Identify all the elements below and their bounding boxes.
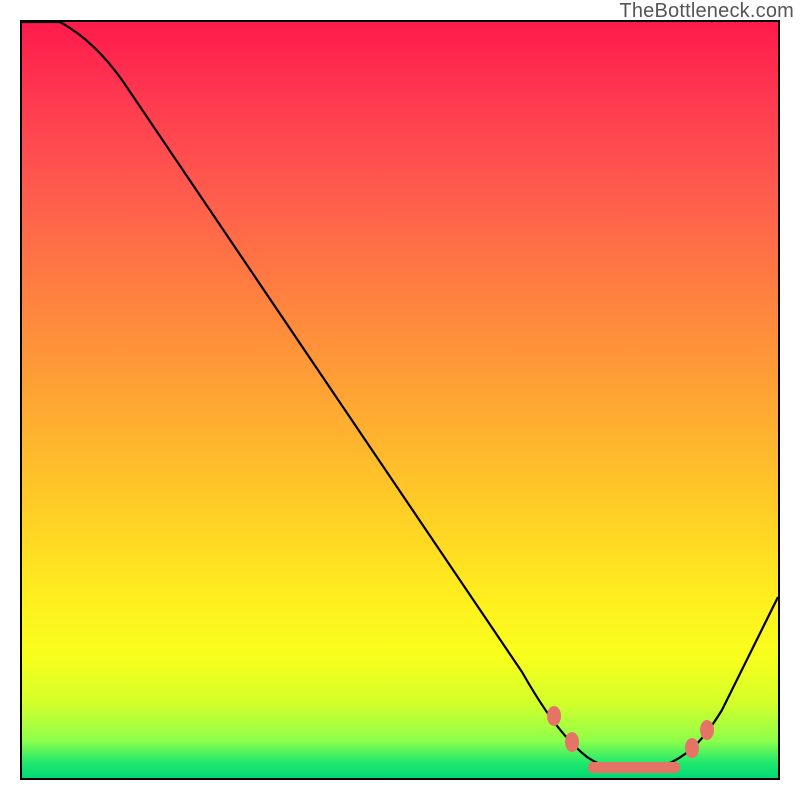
marker-dot	[700, 720, 714, 740]
curve-layer	[22, 22, 778, 778]
plot-area	[20, 20, 780, 780]
marker-dot	[565, 732, 579, 752]
chart-container: TheBottleneck.com	[0, 0, 800, 800]
marker-dot	[685, 738, 699, 758]
marker-segment	[588, 762, 680, 773]
bottleneck-curve	[22, 22, 778, 770]
marker-dot	[547, 706, 561, 726]
